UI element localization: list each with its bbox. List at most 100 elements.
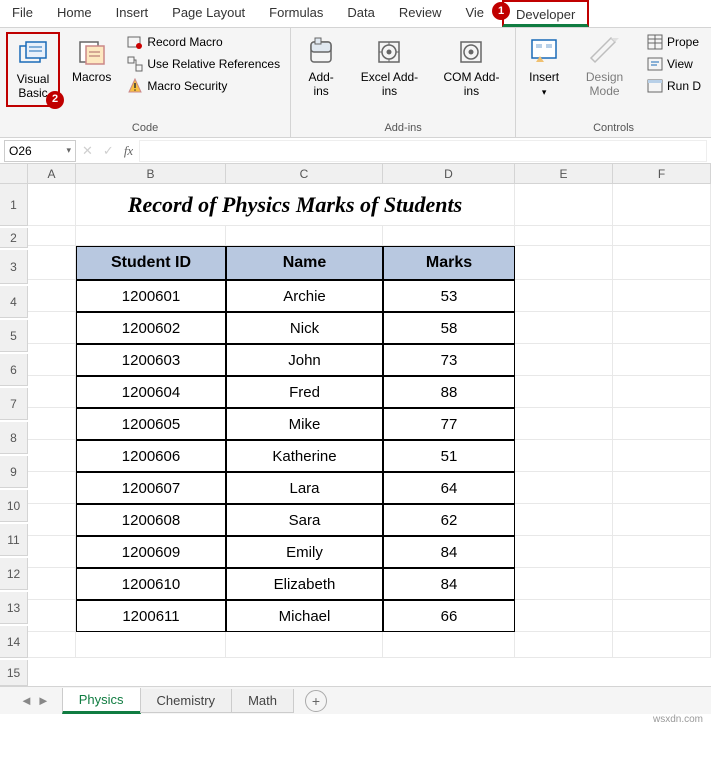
cell-marks[interactable]: 84	[383, 568, 515, 600]
cell-student-id[interactable]: 1200601	[76, 280, 226, 312]
cell-student-id[interactable]: 1200603	[76, 344, 226, 376]
cell[interactable]	[28, 312, 76, 344]
cell[interactable]	[613, 408, 711, 440]
fx-icon[interactable]: fx	[124, 143, 133, 159]
cell[interactable]	[515, 312, 613, 344]
next-sheet-icon[interactable]: ►	[37, 693, 50, 708]
cell-marks[interactable]: 51	[383, 440, 515, 472]
cell-student-id[interactable]: 1200610	[76, 568, 226, 600]
select-all-corner[interactable]	[0, 164, 28, 184]
tab-data[interactable]: Data	[335, 0, 386, 27]
cell[interactable]	[28, 246, 76, 280]
cell[interactable]	[515, 344, 613, 376]
cell[interactable]	[28, 568, 76, 600]
cell-student-id[interactable]: 1200607	[76, 472, 226, 504]
cell[interactable]	[515, 536, 613, 568]
cell[interactable]	[613, 376, 711, 408]
cell[interactable]	[515, 226, 613, 246]
cell-name[interactable]: Fred	[226, 376, 383, 408]
row-header[interactable]: 6	[0, 354, 28, 386]
record-macro-button[interactable]: Record Macro	[123, 32, 284, 52]
cell-marks[interactable]: 64	[383, 472, 515, 504]
cell[interactable]	[28, 632, 76, 658]
cell[interactable]	[515, 600, 613, 632]
excel-addins-button[interactable]: Excel Add-ins	[351, 32, 428, 103]
cell-student-id[interactable]: 1200611	[76, 600, 226, 632]
row-header[interactable]: 11	[0, 524, 28, 556]
cell[interactable]	[613, 344, 711, 376]
properties-button[interactable]: Prope	[643, 32, 705, 52]
use-relative-ref-button[interactable]: Use Relative References	[123, 54, 284, 74]
row-header[interactable]: 3	[0, 250, 28, 284]
cell-name[interactable]: Michael	[226, 600, 383, 632]
cell-student-id[interactable]: 1200609	[76, 536, 226, 568]
cell-name[interactable]: Katherine	[226, 440, 383, 472]
cell[interactable]	[515, 246, 613, 280]
cell-marks[interactable]: 66	[383, 600, 515, 632]
cell[interactable]	[383, 632, 515, 658]
cell[interactable]	[28, 280, 76, 312]
cell-student-id[interactable]: 1200606	[76, 440, 226, 472]
row-header[interactable]: 1	[0, 184, 28, 226]
cell-name[interactable]: John	[226, 344, 383, 376]
cell-marks[interactable]: 62	[383, 504, 515, 536]
cell-name[interactable]: Lara	[226, 472, 383, 504]
cell[interactable]	[515, 440, 613, 472]
cell-name[interactable]: Emily	[226, 536, 383, 568]
cell[interactable]	[515, 568, 613, 600]
row-header[interactable]: 5	[0, 320, 28, 352]
tab-page-layout[interactable]: Page Layout	[160, 0, 257, 27]
cell[interactable]	[613, 246, 711, 280]
sheet-tab-physics[interactable]: Physics	[62, 688, 141, 714]
title-cell[interactable]: Record of Physics Marks of Students	[76, 184, 515, 226]
cell[interactable]	[28, 408, 76, 440]
row-header[interactable]: 13	[0, 592, 28, 624]
row-header[interactable]: 14	[0, 626, 28, 658]
cell-name[interactable]: Elizabeth	[226, 568, 383, 600]
cell[interactable]	[613, 568, 711, 600]
cell[interactable]	[613, 440, 711, 472]
cell[interactable]	[613, 600, 711, 632]
cell[interactable]	[515, 472, 613, 504]
cell[interactable]	[76, 632, 226, 658]
cell[interactable]	[226, 632, 383, 658]
insert-control-button[interactable]: Insert▾	[522, 32, 566, 103]
formula-bar[interactable]	[139, 140, 707, 162]
cell[interactable]	[383, 226, 515, 246]
tab-review[interactable]: Review	[387, 0, 454, 27]
cell-name[interactable]: Nick	[226, 312, 383, 344]
tab-developer[interactable]: Developer	[502, 0, 589, 27]
cell[interactable]	[613, 226, 711, 246]
sheet-nav[interactable]: ◄ ►	[8, 693, 62, 708]
cell-marks[interactable]: 84	[383, 536, 515, 568]
tab-home[interactable]: Home	[45, 0, 104, 27]
col-header-b[interactable]: B	[76, 164, 226, 184]
cell-student-id[interactable]: 1200604	[76, 376, 226, 408]
cell-name[interactable]: Sara	[226, 504, 383, 536]
row-header[interactable]: 2	[0, 228, 28, 248]
cell[interactable]	[76, 226, 226, 246]
cell[interactable]	[613, 184, 711, 226]
name-box[interactable]: O26 ▾	[4, 140, 76, 162]
row-header[interactable]: 4	[0, 286, 28, 318]
run-dialog-button[interactable]: Run D	[643, 76, 705, 96]
cell[interactable]	[28, 600, 76, 632]
cell[interactable]	[28, 226, 76, 246]
cell[interactable]	[515, 504, 613, 536]
cell[interactable]	[28, 536, 76, 568]
macro-security-button[interactable]: Macro Security	[123, 76, 284, 96]
tab-insert[interactable]: Insert	[104, 0, 161, 27]
cell[interactable]	[613, 504, 711, 536]
col-header-c[interactable]: C	[226, 164, 383, 184]
view-code-button[interactable]: View	[643, 54, 705, 74]
cell[interactable]	[613, 632, 711, 658]
header-marks[interactable]: Marks	[383, 246, 515, 280]
tab-view[interactable]: Vie 1	[453, 0, 496, 27]
row-header[interactable]: 9	[0, 456, 28, 488]
row-header[interactable]: 15	[0, 660, 28, 686]
cell[interactable]	[515, 184, 613, 226]
sheet-tab-chemistry[interactable]: Chemistry	[140, 689, 233, 713]
prev-sheet-icon[interactable]: ◄	[20, 693, 33, 708]
check-icon[interactable]: ✓	[103, 143, 114, 159]
cell-marks[interactable]: 73	[383, 344, 515, 376]
